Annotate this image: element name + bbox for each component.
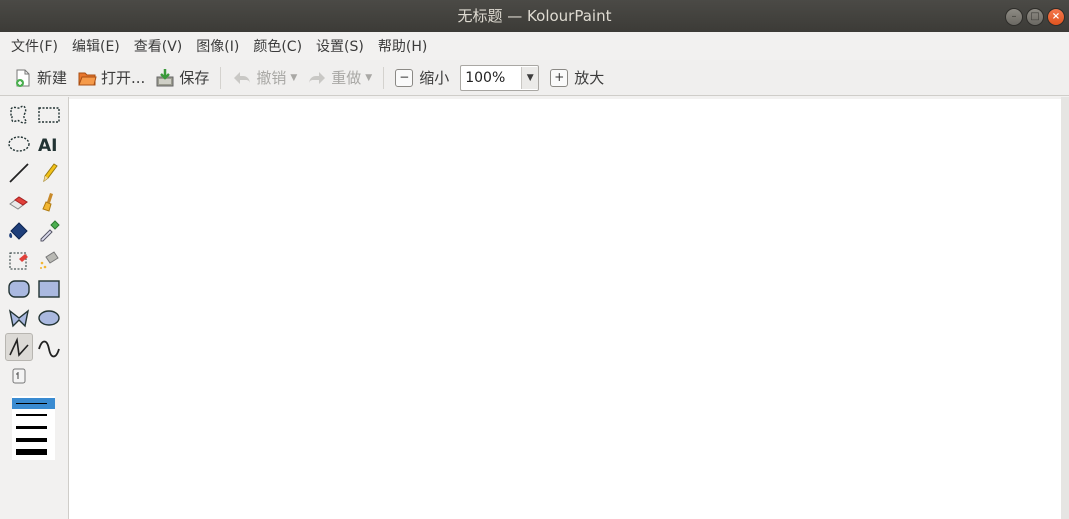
eyedropper-icon bbox=[40, 220, 60, 242]
redo-icon bbox=[307, 68, 327, 88]
new-document-icon bbox=[13, 68, 33, 88]
brush-tool[interactable] bbox=[35, 188, 63, 216]
menu-image[interactable]: 图像(I) bbox=[189, 36, 246, 56]
menu-help[interactable]: 帮助(H) bbox=[371, 36, 434, 56]
width-option-5[interactable] bbox=[16, 449, 47, 455]
brush-icon bbox=[42, 193, 53, 212]
ellipse-select-tool[interactable] bbox=[5, 130, 33, 158]
color-eraser-tool[interactable] bbox=[5, 246, 33, 274]
folder-open-icon bbox=[77, 68, 97, 88]
menu-colors[interactable]: 颜色(C) bbox=[246, 36, 309, 56]
minimize-button[interactable]: – bbox=[1005, 8, 1023, 26]
pen-tool[interactable] bbox=[35, 159, 63, 187]
zoom-in-button[interactable]: + 放大 bbox=[545, 63, 609, 93]
width-option-1[interactable] bbox=[16, 403, 47, 404]
ellipse-icon bbox=[38, 310, 60, 326]
zoom-out-icon: − bbox=[395, 68, 414, 87]
save-icon bbox=[155, 68, 175, 88]
zoom-out-button[interactable]: − 缩小 bbox=[390, 63, 454, 93]
tool-box: AI bbox=[0, 97, 69, 519]
open-button[interactable]: 打开... bbox=[72, 63, 150, 93]
ellipse-select-icon bbox=[8, 136, 30, 152]
eraser-icon bbox=[9, 196, 28, 210]
paint-bucket-icon bbox=[9, 222, 28, 240]
free-form-select-icon bbox=[10, 105, 28, 124]
free-form-select-tool[interactable] bbox=[5, 101, 33, 129]
width-option-3[interactable] bbox=[16, 426, 47, 429]
text-tool[interactable]: AI bbox=[35, 130, 63, 158]
zoom-tool[interactable] bbox=[5, 362, 33, 390]
redo-dropdown-icon[interactable]: ▼ bbox=[365, 73, 372, 83]
open-label: 打开... bbox=[101, 69, 146, 87]
vertical-scrollbar[interactable] bbox=[1061, 97, 1069, 519]
save-button[interactable]: 保存 bbox=[150, 63, 214, 93]
curve-icon bbox=[38, 340, 60, 358]
polyline-tool[interactable] bbox=[5, 333, 33, 361]
menu-edit[interactable]: 编辑(E) bbox=[65, 36, 127, 56]
menu-settings[interactable]: 设置(S) bbox=[309, 36, 371, 56]
color-eraser-icon bbox=[9, 252, 28, 270]
polygon-icon bbox=[8, 309, 30, 328]
spraycan-icon bbox=[40, 251, 59, 269]
rounded-rectangle-icon bbox=[8, 280, 30, 298]
title-bar: 无标题 — KolourPaint – □ × bbox=[0, 0, 1069, 32]
rectangle-tool[interactable] bbox=[35, 275, 63, 303]
redo-button[interactable]: 重做 ▼ bbox=[302, 63, 377, 93]
zoom-value[interactable]: 100% bbox=[461, 70, 521, 86]
maximize-button[interactable]: □ bbox=[1026, 8, 1044, 26]
menu-bar: 文件(F) 编辑(E) 查看(V) 图像(I) 颜色(C) 设置(S) 帮助(H… bbox=[0, 32, 1069, 60]
undo-label: 撤销 bbox=[256, 69, 287, 87]
pencil-icon bbox=[43, 163, 58, 183]
rectangle-select-tool[interactable] bbox=[35, 101, 63, 129]
menu-view[interactable]: 查看(V) bbox=[127, 36, 190, 56]
main-toolbar: 新建 打开... 保存 撤销 ▼ 重做 ▼ − 缩小 100% ▼ + 放大 bbox=[0, 60, 1069, 96]
zoom-combobox[interactable]: 100% ▼ bbox=[460, 64, 540, 91]
width-option-4[interactable] bbox=[16, 438, 47, 442]
menu-file[interactable]: 文件(F) bbox=[4, 36, 65, 56]
undo-icon bbox=[232, 68, 252, 88]
zoom-in-icon: + bbox=[550, 68, 569, 87]
chevron-down-icon[interactable]: ▼ bbox=[521, 66, 539, 89]
curve-tool[interactable] bbox=[35, 333, 63, 361]
width-option-2[interactable] bbox=[16, 414, 47, 416]
undo-button[interactable]: 撤销 ▼ bbox=[227, 63, 302, 93]
redo-label: 重做 bbox=[331, 69, 362, 87]
color-picker-tool[interactable] bbox=[35, 217, 63, 245]
window-title: 无标题 — KolourPaint bbox=[457, 7, 612, 25]
rectangle-select-icon bbox=[38, 107, 60, 123]
zoom-in-label: 放大 bbox=[574, 69, 605, 87]
canvas-area bbox=[69, 97, 1069, 519]
spraycan-tool[interactable] bbox=[35, 246, 63, 274]
close-button[interactable]: × bbox=[1047, 8, 1065, 26]
line-tool[interactable] bbox=[5, 159, 33, 187]
polyline-icon bbox=[9, 337, 29, 357]
toolbar-separator bbox=[383, 66, 385, 89]
ellipse-tool[interactable] bbox=[35, 304, 63, 332]
drawing-canvas[interactable] bbox=[69, 99, 1061, 519]
polygon-tool[interactable] bbox=[5, 304, 33, 332]
text-icon: AI bbox=[38, 136, 57, 156]
save-label: 保存 bbox=[179, 69, 210, 87]
window-controls: – □ × bbox=[1005, 8, 1065, 26]
page-icon bbox=[12, 368, 26, 384]
new-button[interactable]: 新建 bbox=[8, 63, 72, 93]
zoom-out-label: 缩小 bbox=[419, 69, 450, 87]
eraser-tool[interactable] bbox=[5, 188, 33, 216]
line-width-selector[interactable] bbox=[12, 396, 55, 460]
undo-dropdown-icon[interactable]: ▼ bbox=[290, 73, 297, 83]
svg-text:AI: AI bbox=[38, 136, 57, 156]
rectangle-icon bbox=[38, 280, 60, 298]
toolbar-separator bbox=[220, 66, 222, 89]
rounded-rectangle-tool[interactable] bbox=[5, 275, 33, 303]
new-label: 新建 bbox=[37, 69, 68, 87]
line-icon bbox=[9, 163, 29, 183]
flood-fill-tool[interactable] bbox=[5, 217, 33, 245]
